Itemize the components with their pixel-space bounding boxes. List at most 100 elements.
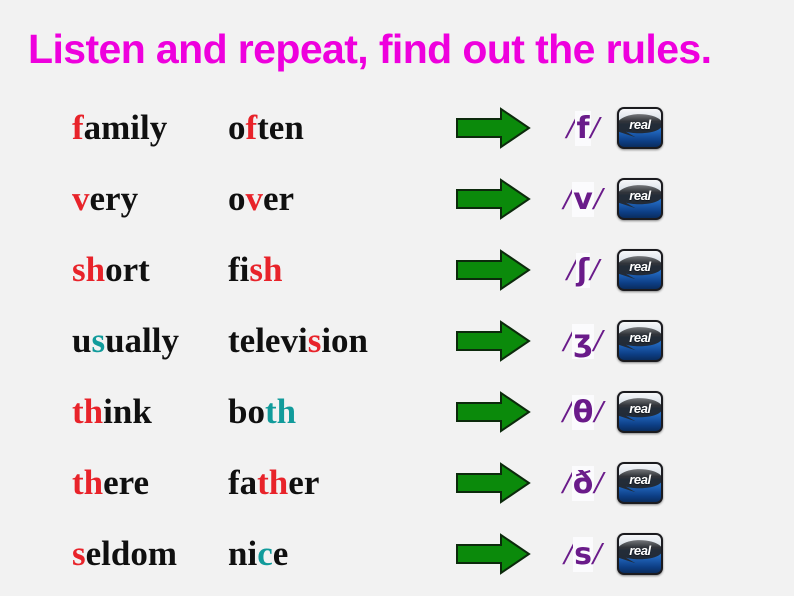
word-left: u s ually — [72, 305, 179, 376]
realplayer-wordmark: real — [629, 543, 651, 559]
realplayer-icon[interactable]: real — [617, 248, 663, 291]
realplayer-icon[interactable]: real — [617, 532, 663, 575]
arrow-cell — [455, 305, 545, 376]
realplayer-icon[interactable]: real — [617, 177, 663, 220]
slash-left: / — [563, 180, 573, 216]
word-highlight: v — [72, 178, 90, 218]
table-row: s eldom ni c e/s/real — [0, 518, 794, 589]
word-left: sh ort — [72, 234, 150, 305]
ipa-glyph: θ — [571, 395, 595, 430]
word-prefix: fa — [228, 462, 258, 502]
green-right-arrow-icon — [456, 461, 531, 504]
word-highlight: f — [245, 107, 258, 147]
green-right-arrow-icon — [456, 248, 531, 291]
phoneme-cell: /f/ — [552, 92, 614, 163]
table-row: v ery o v er/v/real — [0, 163, 794, 234]
play-audio-button[interactable]: real — [617, 447, 669, 518]
word-suffix: ion — [321, 320, 369, 360]
slash-right: / — [592, 535, 602, 571]
phoneme-cell: /θ/ — [552, 376, 614, 447]
word-suffix: ere — [103, 462, 150, 502]
phoneme-symbol: /f/ — [567, 109, 600, 146]
word-highlight: f — [72, 107, 84, 147]
play-audio-button[interactable]: real — [617, 234, 669, 305]
word-prefix: u — [72, 320, 92, 360]
arrow-cell — [455, 234, 545, 305]
word-prefix: o — [228, 178, 246, 218]
phoneme-cell: /ð/ — [552, 447, 614, 518]
table-row: th ere fa th er/ð/real — [0, 447, 794, 518]
word-highlight: s — [307, 320, 322, 360]
word-highlight: s — [91, 320, 106, 360]
word-right: bo th — [228, 376, 296, 447]
realplayer-icon[interactable]: real — [617, 390, 663, 433]
word-highlight: th — [72, 462, 104, 502]
page-title: Listen and repeat, find out the rules. — [28, 26, 712, 72]
word-suffix: er — [288, 462, 320, 502]
ipa-glyph: ʃ — [575, 253, 591, 288]
arrow-cell — [455, 163, 545, 234]
word-right: o f ten — [228, 92, 304, 163]
realplayer-icon-face: real — [619, 321, 661, 360]
phoneme-cell: /v/ — [552, 163, 614, 234]
table-row: u s ually televi s ion/ʒ/real — [0, 305, 794, 376]
green-right-arrow-icon — [456, 177, 531, 220]
slash-right: / — [590, 109, 600, 145]
word-right: fi sh — [228, 234, 282, 305]
realplayer-icon-face: real — [619, 250, 661, 289]
table-row: th ink bo th/θ/real — [0, 376, 794, 447]
ipa-glyph: v — [572, 182, 594, 217]
word-rows-list: f amily o f ten/f/real v ery o v er/v/real sh ort fi… — [0, 92, 794, 589]
green-right-arrow-icon — [456, 532, 531, 575]
word-suffix: ually — [105, 320, 180, 360]
play-audio-button[interactable]: real — [617, 376, 669, 447]
play-audio-button[interactable]: real — [617, 305, 669, 376]
phoneme-symbol: /ʃ/ — [566, 251, 599, 288]
word-prefix: bo — [228, 391, 265, 431]
arrow-cell — [455, 376, 545, 447]
phoneme-symbol: /v/ — [563, 180, 603, 217]
word-suffix: eldom — [85, 533, 178, 573]
word-right: o v er — [228, 163, 294, 234]
realplayer-wordmark: real — [629, 472, 651, 488]
play-audio-button[interactable]: real — [617, 518, 669, 589]
realplayer-icon[interactable]: real — [617, 461, 663, 504]
realplayer-wordmark: real — [629, 188, 651, 204]
slash-right: / — [593, 180, 603, 216]
slash-right: / — [594, 464, 604, 500]
realplayer-wordmark: real — [629, 401, 651, 417]
green-right-arrow-icon — [456, 319, 531, 362]
slash-left: / — [562, 464, 572, 500]
word-highlight: s — [72, 533, 86, 573]
word-left: f amily — [72, 92, 167, 163]
green-right-arrow-icon — [456, 106, 531, 149]
realplayer-icon-face: real — [619, 463, 661, 502]
slash-left: / — [562, 393, 572, 429]
play-audio-button[interactable]: real — [617, 92, 669, 163]
word-left: v ery — [72, 163, 138, 234]
realplayer-icon[interactable]: real — [617, 319, 663, 362]
word-suffix: ink — [103, 391, 152, 431]
realplayer-icon-face: real — [619, 534, 661, 573]
slash-left: / — [566, 251, 576, 287]
ipa-glyph: s — [573, 537, 593, 572]
slash-right: / — [593, 322, 603, 358]
realplayer-icon[interactable]: real — [617, 106, 663, 149]
table-row: sh ort fi sh/ʃ/real — [0, 234, 794, 305]
realplayer-icon-face: real — [619, 108, 661, 147]
word-suffix: ort — [105, 249, 150, 289]
phoneme-symbol: /ʒ/ — [564, 322, 603, 359]
word-suffix: ten — [257, 107, 304, 147]
realplayer-icon-face: real — [619, 179, 661, 218]
word-left: th ink — [72, 376, 152, 447]
ipa-glyph: ʒ — [572, 324, 594, 359]
word-prefix: televi — [228, 320, 308, 360]
arrow-cell — [455, 92, 545, 163]
phoneme-symbol: /ð/ — [562, 464, 604, 501]
arrow-cell — [455, 518, 545, 589]
word-left: th ere — [72, 447, 149, 518]
phoneme-cell: /s/ — [552, 518, 614, 589]
word-suffix: e — [272, 533, 289, 573]
realplayer-wordmark: real — [629, 259, 651, 275]
play-audio-button[interactable]: real — [617, 163, 669, 234]
